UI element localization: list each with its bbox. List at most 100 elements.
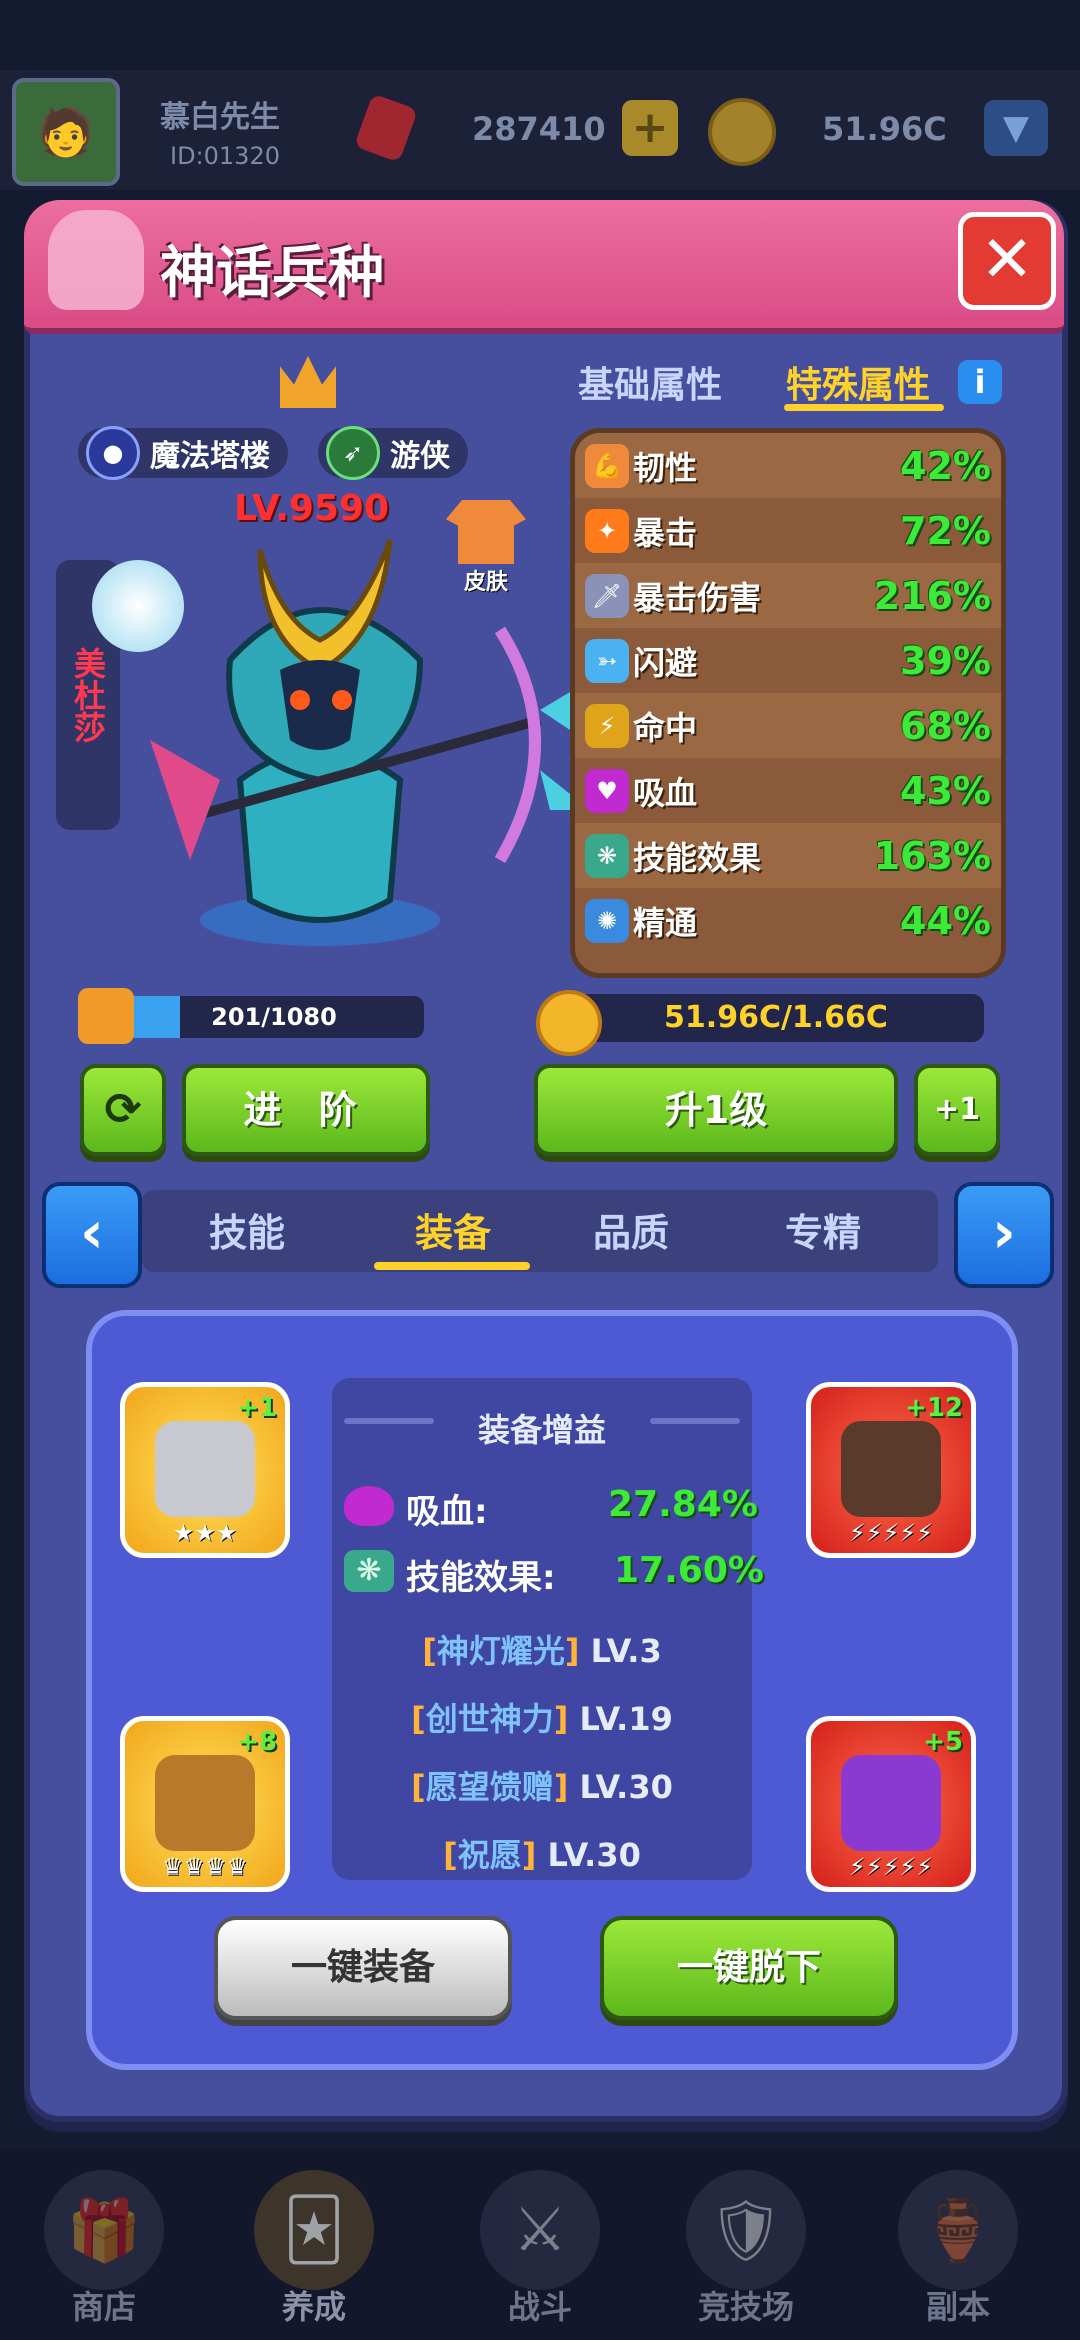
tab-quality[interactable]: 品质 (556, 1202, 706, 1257)
tab-underline (784, 404, 944, 411)
nav-develop[interactable]: 🃏 养成 (224, 2160, 404, 2340)
attribute-row: ❋ 技能效果 163% (575, 823, 1001, 888)
equip-skill-line: [神灯耀光] LV.3 (422, 1632, 662, 1670)
attribute-list: 💪 韧性 42% ✦ 暴击 72% 🗡 暴击伤害 216% ➳ 闪避 39% ⚡… (570, 428, 1006, 978)
attribute-row: ✺ 精通 44% (575, 888, 1001, 953)
tab-active-underline (374, 1262, 530, 1270)
attribute-value: 42% (900, 443, 991, 488)
attribute-row: ♥ 吸血 43% (575, 758, 1001, 823)
shop-icon: 🎁 (44, 2170, 164, 2290)
nav-shop[interactable]: 🎁 商店 (14, 2160, 194, 2340)
attribute-name: 闪避 (633, 643, 698, 682)
skill-name: 愿望馈赠 (425, 1768, 554, 1806)
attribute-row: 🗡 暴击伤害 216% (575, 563, 1001, 628)
attribute-value: 216% (873, 573, 991, 618)
equip-skill-line: [祝愿] LV.30 (443, 1836, 641, 1874)
bonus-name: 吸血: (406, 1492, 488, 1532)
equip-slot-helmet[interactable]: +1 ★★★ (120, 1382, 290, 1558)
skill-level: LV.30 (579, 1768, 673, 1806)
crossbow-icon (155, 1755, 255, 1851)
attribute-value: 72% (900, 508, 991, 553)
upgrade-button[interactable]: 升1级 (534, 1064, 898, 1156)
attribute-value: 163% (873, 833, 991, 878)
nav-dungeon[interactable]: 🏺 副本 (868, 2160, 1048, 2340)
next-tab-button[interactable]: › (954, 1182, 1054, 1288)
dodge-icon: ➳ (585, 638, 629, 683)
skin-label: 皮肤 (463, 570, 508, 595)
prev-tab-button[interactable]: ‹ (42, 1182, 142, 1288)
hero-tag-class: ● 魔法塔楼 (78, 426, 288, 480)
nav-label: 商店 (71, 2288, 136, 2326)
player-id: ID:01320 (170, 142, 280, 170)
nav-battle[interactable]: ⚔ 战斗 (450, 2160, 630, 2340)
gold-cost: 51.96C/1.66C (568, 994, 984, 1042)
equip-skill-line: [创世神力] LV.19 (411, 1700, 673, 1738)
arena-icon: 🛡 (686, 2170, 806, 2290)
refresh-button[interactable]: ⟳ (80, 1064, 166, 1156)
bonus-title: 装备增益 (477, 1411, 606, 1449)
tab-special-attributes[interactable]: 特殊属性 (786, 356, 930, 408)
sword-icon: 🗡 (585, 573, 629, 618)
lightning-icon: ⚡ (585, 703, 629, 748)
nav-label: 战斗 (507, 2288, 572, 2326)
equip-slot-weapon[interactable]: +8 ♛♛♛♛ (120, 1716, 290, 1892)
dungeon-icon: 🏺 (898, 2170, 1018, 2290)
bow-icon: ➶ (326, 426, 380, 480)
slot-stars: ⚡⚡⚡⚡⚡ (848, 1853, 934, 1881)
helmet-emblem-icon (48, 210, 144, 310)
advance-button[interactable]: 进 阶 (182, 1064, 430, 1156)
attribute-name: 吸血 (633, 773, 698, 812)
slot-level: +8 (237, 1727, 277, 1757)
gold-count: 51.96C (822, 110, 947, 148)
gem-count: 287410 (472, 110, 606, 148)
attribute-value: 43% (900, 768, 991, 813)
slot-stars: ★★★ (172, 1519, 238, 1547)
chest-icon (841, 1421, 941, 1517)
nav-label: 竞技场 (697, 2288, 794, 2326)
attribute-value: 39% (900, 638, 991, 683)
attribute-row: ✦ 暴击 72% (575, 498, 1001, 563)
plus-one-button[interactable]: +1 (914, 1064, 1000, 1156)
chevron-left-icon: ‹ (80, 1198, 104, 1266)
skin-button[interactable]: 皮肤 (438, 500, 534, 610)
attribute-row: ⚡ 命中 68% (575, 693, 1001, 758)
player-name: 慕白先生 (160, 100, 280, 135)
hero-tag-role: ➶ 游侠 (318, 426, 468, 480)
attribute-name: 技能效果 (633, 838, 762, 877)
nav-arena[interactable]: 🛡 竞技场 (656, 2160, 836, 2340)
avatar[interactable]: 🧑 (12, 78, 120, 186)
attribute-row: 💪 韧性 42% (575, 433, 1001, 498)
equip-slot-armor[interactable]: +12 ⚡⚡⚡⚡⚡ (806, 1382, 976, 1558)
attribute-name: 精通 (633, 903, 698, 942)
attribute-value: 68% (900, 703, 991, 748)
tab-mastery[interactable]: 专精 (748, 1202, 898, 1257)
tab-skills[interactable]: 技能 (172, 1202, 322, 1257)
mastery-icon: ✺ (585, 898, 629, 943)
add-gems-button[interactable]: + (622, 100, 678, 156)
lips-icon (344, 1486, 394, 1526)
tab-basic-attributes[interactable]: 基础属性 (578, 356, 722, 408)
gem-crest-icon (841, 1755, 941, 1851)
bonus-name: 技能效果: (406, 1558, 556, 1598)
attribute-name: 韧性 (633, 448, 698, 487)
unequip-all-button[interactable]: 一键脱下 (600, 1916, 898, 2020)
attribute-value: 44% (900, 898, 991, 943)
equip-all-button[interactable]: 一键装备 (214, 1916, 512, 2020)
close-button[interactable]: ✕ (958, 212, 1056, 310)
gold-coin-icon (536, 990, 602, 1056)
refresh-icon: ⟳ (104, 1084, 142, 1135)
crit-icon: ✦ (585, 508, 629, 553)
tab-equipment[interactable]: 装备 (378, 1202, 528, 1257)
helmet-icon (155, 1421, 255, 1517)
magic-orb-icon: ● (86, 426, 140, 480)
coin-icon (708, 98, 776, 166)
muscle-icon: 💪 (585, 443, 629, 488)
info-button[interactable]: i (958, 360, 1002, 404)
equip-slot-accessory[interactable]: +5 ⚡⚡⚡⚡⚡ (806, 1716, 976, 1892)
dropdown-button[interactable]: ▼ (984, 100, 1048, 156)
skill-icon: ❋ (585, 833, 629, 878)
attribute-name: 暴击伤害 (633, 578, 762, 617)
skill-level: LV.19 (579, 1700, 673, 1738)
bonus-value: 17.60% (614, 1550, 764, 1591)
skill-name: 祝愿 (457, 1836, 522, 1874)
